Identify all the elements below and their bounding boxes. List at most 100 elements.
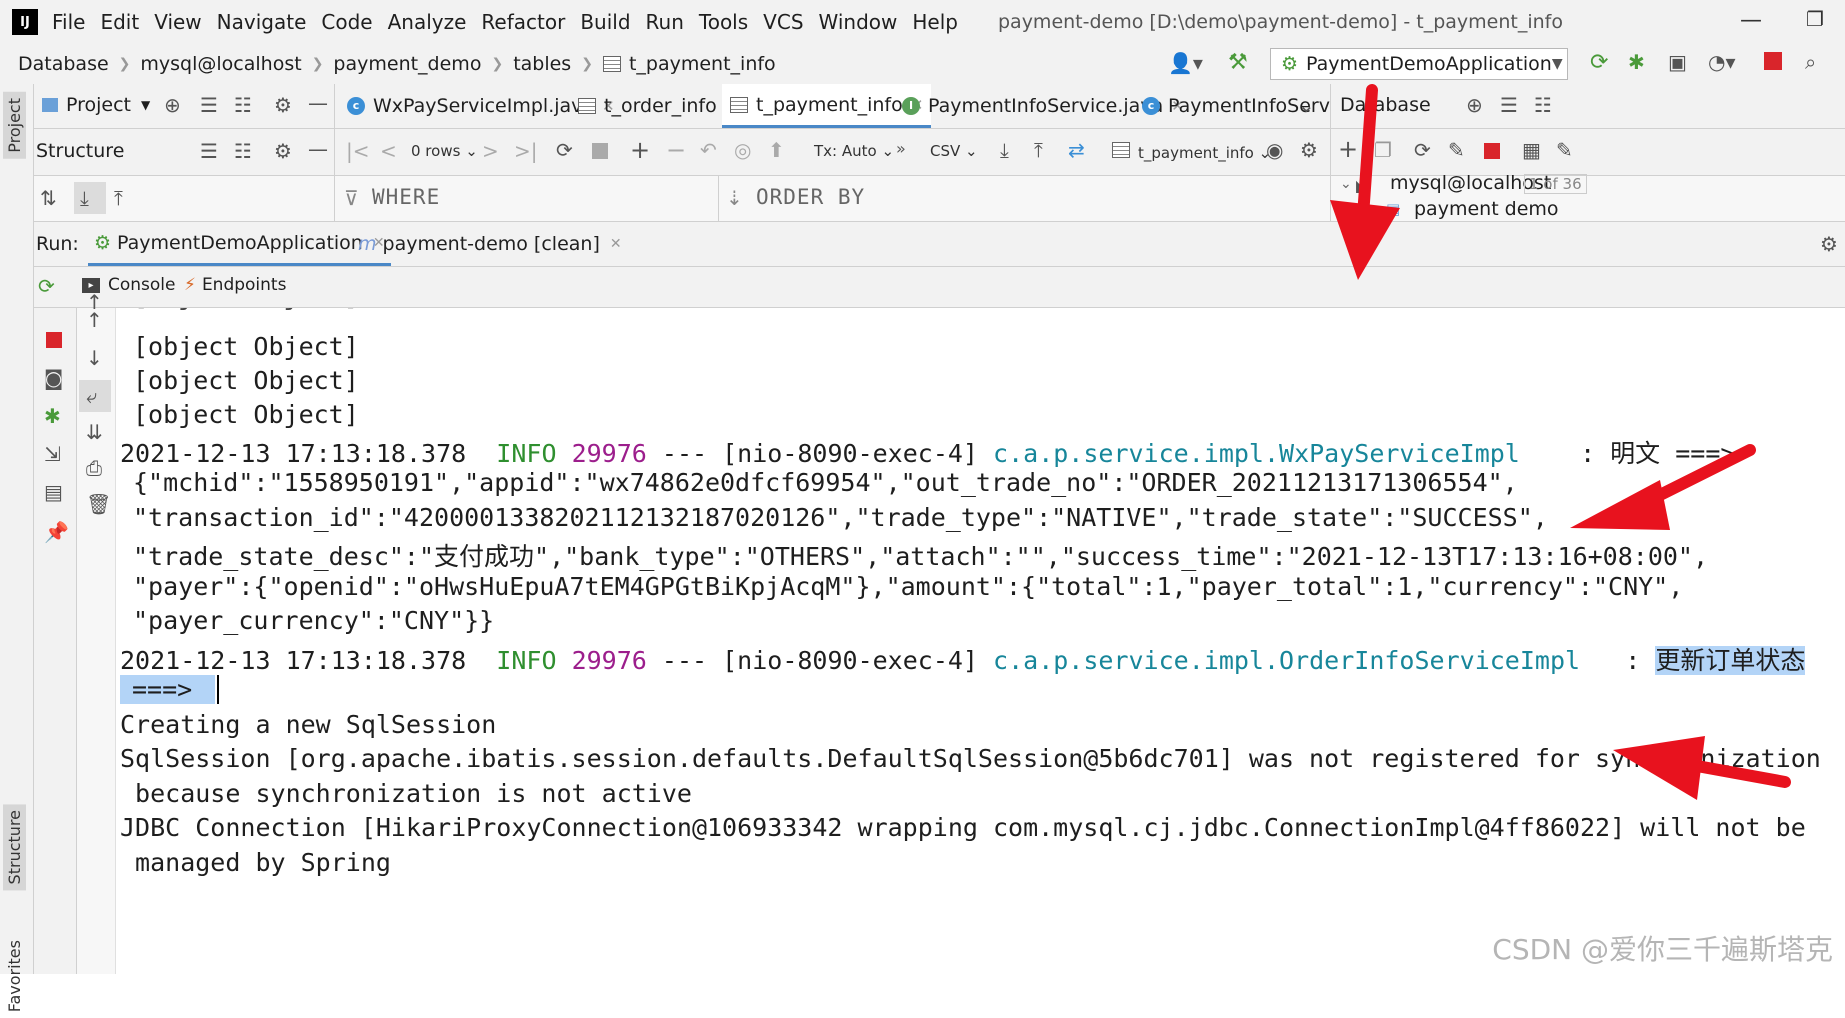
favorites-tool-tab[interactable]: Favorites [3,934,26,1018]
delete-row-icon[interactable]: − [666,136,686,164]
run-tab-maven[interactable]: m payment-demo [clean] ✕ [352,222,628,266]
menu-analyze[interactable]: Analyze [388,10,467,34]
revert-icon[interactable]: ↶ [700,138,717,162]
locate-icon[interactable]: ⊕ [164,93,181,117]
console-line: [object Object] [133,332,359,361]
menu-window[interactable]: Window [819,10,898,34]
transaction-mode-select[interactable]: Tx: Auto ⌄ [814,142,894,160]
gear-icon[interactable]: ⚙ [274,139,292,163]
properties-icon[interactable]: ✎ [1448,138,1465,162]
export-format-select[interactable]: CSV ⌄ [930,142,978,160]
order-by-input[interactable]: ORDER BY [756,185,865,209]
camera-icon[interactable]: ◙ [44,366,63,390]
stop-query-icon[interactable] [592,143,608,159]
layout-icon[interactable]: ▤ [44,480,63,504]
next-page-icon[interactable]: > [482,139,499,163]
gear-icon[interactable]: ⚙ [274,93,292,117]
search-everywhere-icon[interactable]: ⌕ [1805,50,1816,74]
export-icon[interactable]: ⤓ [1000,138,1009,162]
pin-icon[interactable]: 📌 [44,520,69,544]
dropdown-arrow-icon: ▼ [141,98,151,112]
hide-icon[interactable]: — [308,137,328,161]
structure-tool-tab[interactable]: Structure [3,804,26,891]
show-inherited-toggle[interactable] [74,182,106,214]
restore-layout-icon[interactable]: ⇲ [44,442,61,466]
trash-icon[interactable]: 🗑 [86,492,111,516]
hide-icon[interactable]: — [308,91,328,115]
filter-down-icon: ⤓ [80,186,89,210]
eye-icon[interactable]: ◉ [1266,138,1283,162]
expand-all-icon[interactable]: ☰ [200,139,218,163]
run-tab-app[interactable]: ⚙ PaymentDemoApplication ✕ [88,222,391,266]
close-icon[interactable]: ✕ [610,236,622,252]
print-icon[interactable]: ⎙ [86,456,102,480]
project-panel-header[interactable]: Project ▼ [42,94,150,116]
scroll-up-icon[interactable]: ↑ [86,308,103,332]
breadcrumb-schema[interactable]: payment_demo [333,53,481,75]
reload-icon[interactable]: ⟳ [556,138,573,162]
breadcrumb-connection[interactable]: mysql@localhost [140,53,301,75]
view-icon[interactable]: ◎ [734,138,751,162]
sort-icon[interactable]: ⇅ [40,186,57,210]
add-row-icon[interactable]: + [630,136,650,164]
rerun-icon[interactable]: ⟳ [38,274,55,298]
menu-vcs[interactable]: VCS [763,10,803,34]
breadcrumb-tables[interactable]: tables [513,53,571,75]
project-tool-tab[interactable]: Project [3,92,26,159]
tab-t-order-info[interactable]: t_order_info✕ [570,84,745,128]
submit-icon[interactable]: ⬆ [768,138,785,162]
gear-icon[interactable]: ⚙ [1820,232,1838,256]
rerun-icon[interactable]: ⟳ [1590,50,1608,75]
collapse-all-icon[interactable]: ☷ [234,93,252,117]
debug-icon[interactable]: ✱ [1628,50,1645,74]
endpoints-tab[interactable]: ⚡ Endpoints [184,275,286,295]
more-icon[interactable]: » [896,139,906,158]
menu-build[interactable]: Build [580,10,630,34]
navigation-bar: Database ❯ mysql@localhost ❯ payment_demo ❯… [0,44,1845,85]
menu-tools[interactable]: Tools [699,10,748,34]
previous-page-icon[interactable]: < [380,139,397,163]
expand-all-icon[interactable]: ☰ [1500,93,1518,117]
debug-icon[interactable]: ✱ [44,404,61,428]
locate-icon[interactable]: ⊕ [1466,93,1483,117]
menu-help[interactable]: Help [912,10,958,34]
menu-run[interactable]: Run [646,10,684,34]
collapse-all-icon[interactable]: ☷ [1534,93,1552,117]
stop-icon[interactable] [46,332,62,348]
first-page-icon[interactable]: |< [346,139,370,163]
import-icon[interactable]: ⤒ [1034,138,1043,162]
disconnect-icon[interactable] [1484,143,1500,159]
edit-icon[interactable]: ✎ [1556,138,1573,162]
db-schema-label[interactable]: payment demo [1414,198,1559,220]
minimize-icon[interactable]: — [1740,8,1762,33]
console-actions-gutter: ↑ . ↑ ↓ ⤶ ⇊ ⎙ 🗑 [77,290,116,974]
menu-view[interactable]: View [154,10,201,34]
menu-refactor[interactable]: Refactor [481,10,565,34]
collapse-all-icon[interactable]: ☷ [234,139,252,163]
table-view-icon[interactable]: ▦ [1522,138,1541,162]
coverage-icon[interactable]: ▣ [1668,50,1687,74]
restore-icon[interactable]: ❐ [1806,7,1824,31]
menu-navigate[interactable]: Navigate [217,10,307,34]
profile-icon[interactable]: ◔▾ [1708,50,1736,74]
run-configuration-select[interactable]: ⚙ PaymentDemoApplication ▼ [1270,48,1568,80]
console-output[interactable]: [object Object] [object Object] [object … [116,308,1845,974]
breadcrumb-table[interactable]: t_payment_info [629,53,776,75]
stop-icon[interactable] [1764,52,1782,70]
menu-edit[interactable]: Edit [100,10,139,34]
scroll-down-icon[interactable]: ↓ [86,346,103,370]
where-filter-input[interactable]: WHERE [372,185,440,209]
row-count-select[interactable]: 0 rows ⌄ [411,142,478,160]
table-select[interactable]: t_payment_info ⌄ [1112,142,1271,162]
user-icon[interactable]: 👤▾ [1168,51,1203,75]
filter-up-icon[interactable]: ⤒ [114,186,123,210]
menu-file[interactable]: File [52,10,85,34]
compare-icon[interactable]: ⇄ [1068,138,1085,162]
last-page-icon[interactable]: >| [514,139,538,163]
breadcrumb-database[interactable]: Database [18,53,109,75]
schema-count-badge[interactable]: 1 of 36 [1524,174,1587,194]
build-hammer-icon[interactable]: ⚒ [1228,50,1248,75]
expand-all-icon[interactable]: ☰ [200,93,218,117]
scroll-to-end-icon[interactable]: ⇊ [86,420,103,444]
menu-code[interactable]: Code [321,10,372,34]
